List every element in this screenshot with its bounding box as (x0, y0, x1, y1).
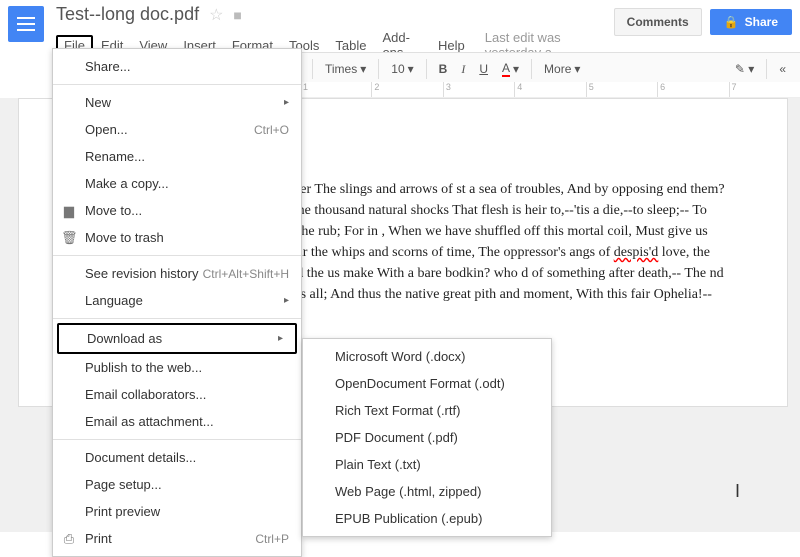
menu-item-trash[interactable]: 🗑Move to trash (53, 224, 301, 251)
submenu-item-html[interactable]: Web Page (.html, zipped) (303, 478, 551, 505)
menu-item-print[interactable]: ⎙PrintCtrl+P (53, 525, 301, 552)
menu-item-email-attachment[interactable]: Email as attachment... (53, 408, 301, 435)
comments-button[interactable]: Comments (614, 8, 702, 36)
submenu-item-pdf[interactable]: PDF Document (.pdf) (303, 424, 551, 451)
chevron-down-icon: ▾ (513, 62, 519, 76)
print-icon: ⎙ (61, 531, 77, 547)
menu-item-publish[interactable]: Publish to the web... (53, 354, 301, 381)
folder-icon[interactable]: ■ (233, 7, 241, 23)
submenu-item-odt[interactable]: OpenDocument Format (.odt) (303, 370, 551, 397)
menu-item-page-setup[interactable]: Page setup... (53, 471, 301, 498)
menu-item-rename[interactable]: Rename... (53, 143, 301, 170)
more-button[interactable]: More ▾ (538, 58, 586, 80)
font-size-selector[interactable]: 10 ▾ (385, 58, 419, 80)
menu-item-open[interactable]: Open...Ctrl+O (53, 116, 301, 143)
chevron-down-icon: ▾ (408, 62, 414, 76)
menu-item-email-collaborators[interactable]: Email collaborators... (53, 381, 301, 408)
document-title[interactable]: Test--long doc.pdf (56, 4, 199, 25)
submenu-item-rtf[interactable]: Rich Text Format (.rtf) (303, 397, 551, 424)
folder-icon: ▆ (61, 203, 77, 219)
submenu-item-docx[interactable]: Microsoft Word (.docx) (303, 343, 551, 370)
bold-button[interactable]: B (433, 58, 454, 80)
docs-logo[interactable] (8, 6, 44, 42)
chevron-right-icon: ▸ (278, 333, 283, 344)
trash-icon: 🗑 (61, 230, 77, 246)
underline-button[interactable]: U (473, 58, 494, 80)
top-buttons: Comments 🔒 Share (614, 8, 792, 36)
italic-button[interactable]: I (455, 58, 471, 81)
menu-item-download-as[interactable]: Download as▸ (57, 323, 297, 354)
star-icon[interactable]: ☆ (209, 5, 223, 25)
chevron-right-icon: ▸ (284, 97, 289, 108)
chevron-right-icon: ▸ (284, 295, 289, 306)
menu-item-move-to[interactable]: ▆Move to... (53, 197, 301, 224)
menu-item-print-preview[interactable]: Print preview (53, 498, 301, 525)
text-color-button[interactable]: A ▾ (496, 57, 525, 81)
submenu-item-epub[interactable]: EPUB Publication (.epub) (303, 505, 551, 532)
share-label: Share (745, 15, 778, 29)
download-as-submenu: Microsoft Word (.docx) OpenDocument Form… (302, 338, 552, 537)
collapse-icon[interactable]: « (773, 58, 792, 80)
lock-icon: 🔒 (724, 15, 739, 29)
menu-item-revision-history[interactable]: See revision historyCtrl+Alt+Shift+H (53, 260, 301, 287)
submenu-item-txt[interactable]: Plain Text (.txt) (303, 451, 551, 478)
text-cursor-icon: I (735, 481, 740, 502)
pen-icon[interactable]: ✎ ▾ (729, 58, 760, 80)
chevron-down-icon: ▾ (360, 62, 366, 76)
menu-item-document-details[interactable]: Document details... (53, 444, 301, 471)
menu-item-make-copy[interactable]: Make a copy... (53, 170, 301, 197)
file-menu: Share... New▸ Open...Ctrl+O Rename... Ma… (52, 48, 302, 557)
ruler: 12 34 56 7 (300, 82, 800, 98)
font-selector[interactable]: Times ▾ (319, 58, 372, 80)
menu-item-share[interactable]: Share... (53, 53, 301, 80)
share-button[interactable]: 🔒 Share (710, 9, 792, 35)
menu-item-new[interactable]: New▸ (53, 89, 301, 116)
spell-error[interactable]: despis'd (614, 245, 659, 260)
menu-item-language[interactable]: Language▸ (53, 287, 301, 314)
chevron-down-icon: ▾ (574, 62, 580, 76)
toolbar: Times ▾ 10 ▾ B I U A ▾ More ▾ ✎ ▾ « (300, 52, 800, 86)
